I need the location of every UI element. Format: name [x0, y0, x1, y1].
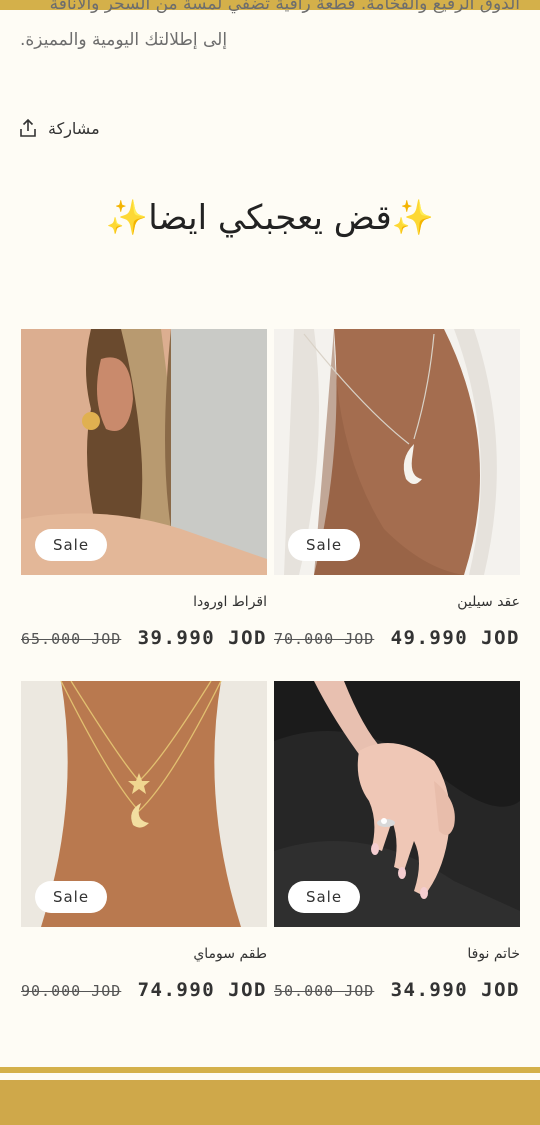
product-image[interactable]: Sale: [21, 329, 267, 575]
footer-band: [0, 1080, 540, 1125]
product-card[interactable]: Sale خاتم نوفا 50.000 JOD 34.990 JOD: [274, 681, 520, 1001]
sale-price: 49.990 JOD: [390, 627, 520, 649]
product-image[interactable]: Sale: [274, 329, 520, 575]
product-card[interactable]: Sale عقد سيلين 70.000 JOD 49.990 JOD: [274, 329, 520, 649]
sale-price: 74.990 JOD: [137, 979, 267, 1001]
sale-price: 39.990 JOD: [137, 627, 267, 649]
share-icon: [20, 118, 36, 137]
product-name[interactable]: خاتم نوفا: [467, 946, 520, 962]
footer-divider: [0, 1067, 540, 1073]
product-name[interactable]: عقد سيلين: [457, 594, 520, 610]
product-card[interactable]: Sale طقم سوماي 90.000 JOD 74.990 JOD: [21, 681, 267, 1001]
original-price: 90.000 JOD: [21, 982, 122, 1000]
sale-badge: Sale: [35, 881, 107, 913]
product-prices: 50.000 JOD 34.990 JOD: [274, 979, 520, 1001]
product-name[interactable]: طقم سوماي: [193, 946, 267, 962]
share-label: مشاركة: [48, 118, 100, 138]
share-button[interactable]: مشاركة: [18, 118, 100, 138]
sale-price: 34.990 JOD: [390, 979, 520, 1001]
product-grid: Sale اقراط اورودا 65.000 JOD 39.990 JOD …: [21, 329, 520, 1001]
product-prices: 90.000 JOD 74.990 JOD: [21, 979, 267, 1001]
sale-badge: Sale: [35, 529, 107, 561]
original-price: 65.000 JOD: [21, 630, 122, 648]
sale-badge: Sale: [288, 881, 360, 913]
original-price: 70.000 JOD: [274, 630, 375, 648]
product-description: الذوق الرفيع والفخامة. قطعة راقية تضفي ل…: [20, 0, 520, 58]
product-image[interactable]: Sale: [21, 681, 267, 927]
product-prices: 65.000 JOD 39.990 JOD: [21, 627, 267, 649]
sale-badge: Sale: [288, 529, 360, 561]
product-name[interactable]: اقراط اورودا: [193, 594, 267, 610]
product-card[interactable]: Sale اقراط اورودا 65.000 JOD 39.990 JOD: [21, 329, 267, 649]
related-products-title: ✨قض يعجبكي ايضا✨: [105, 198, 435, 238]
product-image[interactable]: Sale: [274, 681, 520, 927]
product-prices: 70.000 JOD 49.990 JOD: [274, 627, 520, 649]
description-line-2: إلى إطلالتك اليومية والمميزة.: [20, 30, 228, 50]
description-line-1: الذوق الرفيع والفخامة. قطعة راقية تضفي ل…: [49, 0, 520, 14]
original-price: 50.000 JOD: [274, 982, 375, 1000]
